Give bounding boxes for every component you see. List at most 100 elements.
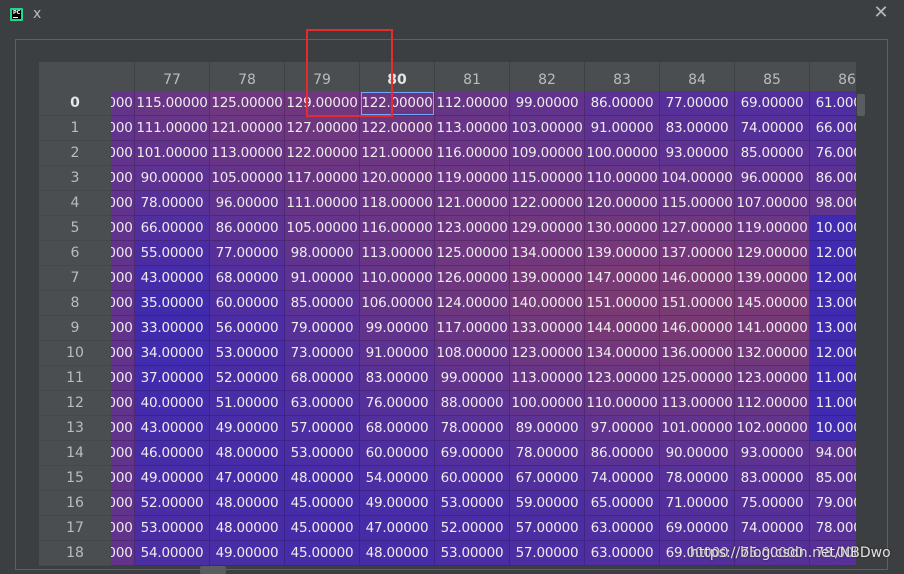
table-cell[interactable]: 75.00000 [735,491,810,516]
table-cell[interactable]: 122.00000 [360,116,435,141]
table-cell[interactable]: 49.00000 [210,541,285,566]
table-cell[interactable]: 100.00000 [111,341,135,366]
table-cell[interactable]: 132.00000 [735,341,810,366]
table-cell[interactable]: 83.00000 [735,466,810,491]
table-cell[interactable]: 11.00000 [810,366,856,391]
row-header-2[interactable]: 2 [39,141,111,166]
table-cell[interactable]: 52.00000 [210,366,285,391]
table-cell[interactable]: 106.00000 [360,291,435,316]
table-cell[interactable]: 100.00000 [111,266,135,291]
table-cell[interactable]: 122.00000 [360,91,435,116]
table-cell[interactable]: 53.00000 [135,516,210,541]
table-cell[interactable]: 146.00000 [660,316,735,341]
table-cell[interactable]: 48.00000 [210,491,285,516]
table-cell[interactable]: 91.00000 [285,266,360,291]
table-cell[interactable]: 140.00000 [510,291,585,316]
table-cell[interactable]: 68.00000 [285,366,360,391]
table-cell[interactable]: 100.00000 [111,416,135,441]
table-cell[interactable]: 117.00000 [285,166,360,191]
table-cell[interactable]: 101.00000 [135,141,210,166]
row-header-17[interactable]: 17 [39,516,111,541]
table-cell[interactable]: 57.00000 [510,541,585,566]
row-header-3[interactable]: 3 [39,166,111,191]
table-cell[interactable]: 111.00000 [285,191,360,216]
table-cell[interactable]: 141.00000 [735,316,810,341]
table-cell[interactable]: 109.00000 [510,141,585,166]
table-cell[interactable]: 57.00000 [285,416,360,441]
table-cell[interactable]: 115.00000 [135,91,210,116]
table-cell[interactable]: 122.00000 [510,191,585,216]
row-header-16[interactable]: 16 [39,491,111,516]
table-cell[interactable]: 68.00000 [210,266,285,291]
table-cell[interactable]: 108.00000 [435,341,510,366]
table-cell[interactable]: 121.00000 [210,116,285,141]
table-cell[interactable]: 99.00000 [510,91,585,116]
row-header-10[interactable]: 10 [39,341,111,366]
table-cell[interactable]: 100.00000 [111,216,135,241]
table-cell[interactable]: 134.00000 [510,241,585,266]
table-cell[interactable]: 139.00000 [510,266,585,291]
table-cell[interactable]: 53.00000 [435,491,510,516]
table-cell[interactable]: 69.00000 [735,91,810,116]
table-cell[interactable]: 129.00000 [510,216,585,241]
table-cell[interactable]: 69.00000 [435,441,510,466]
table-cell[interactable]: 52.00000 [435,516,510,541]
table-cell[interactable]: 113.00000 [660,391,735,416]
table-cell[interactable]: 127.00000 [660,216,735,241]
horizontal-scrollbar-thumb[interactable] [200,566,226,574]
table-cell[interactable]: 78.00000 [660,466,735,491]
table-cell[interactable]: 100.00000 [111,391,135,416]
table-cell[interactable]: 48.00000 [210,516,285,541]
table-cell[interactable]: 86.00000 [810,166,856,191]
table-cell[interactable]: 120.00000 [585,191,660,216]
table-cell[interactable]: 54.00000 [360,466,435,491]
table-cell[interactable]: 78.00000 [135,191,210,216]
table-cell[interactable]: 100.00000 [111,166,135,191]
table-cell[interactable]: 125.00000 [435,241,510,266]
table-cell[interactable]: 115.00000 [510,166,585,191]
table-cell[interactable]: 96.00000 [210,191,285,216]
table-cell[interactable]: 124.00000 [435,291,510,316]
row-header-13[interactable]: 13 [39,416,111,441]
table-cell[interactable]: 100.00000 [111,541,135,566]
table-cell[interactable]: 146.00000 [660,266,735,291]
table-cell[interactable]: 48.00000 [285,466,360,491]
table-cell[interactable]: 45.00000 [285,491,360,516]
table-cell[interactable]: 78.00000 [510,441,585,466]
table-cell[interactable]: 113.00000 [360,241,435,266]
table-cell[interactable]: 83.00000 [660,116,735,141]
table-cell[interactable]: 85.00000 [735,141,810,166]
row-header-8[interactable]: 8 [39,291,111,316]
table-cell[interactable]: 47.00000 [210,466,285,491]
table-cell[interactable]: 129.00000 [285,91,360,116]
table-cell[interactable]: 129.00000 [735,241,810,266]
table-cell[interactable]: 13.00000 [810,316,856,341]
table-cell[interactable]: 83.00000 [360,366,435,391]
table-cell[interactable]: 56.00000 [210,316,285,341]
table-cell[interactable]: 99.00000 [360,316,435,341]
table-cell[interactable]: 47.00000 [360,516,435,541]
table-cell[interactable]: 117.00000 [435,316,510,341]
column-header-86[interactable]: 86 [810,62,856,91]
table-cell[interactable]: 91.00000 [585,116,660,141]
table-cell[interactable]: 76.00000 [360,391,435,416]
table-cell[interactable]: 66.00000 [810,116,856,141]
table-cell[interactable]: 73.00000 [285,341,360,366]
column-header-82[interactable]: 82 [510,62,585,91]
table-cell[interactable]: 53.00000 [210,341,285,366]
table-cell[interactable]: 118.00000 [360,191,435,216]
column-header-84[interactable]: 84 [660,62,735,91]
table-cell[interactable]: 125.00000 [210,91,285,116]
table-cell[interactable]: 105.00000 [285,216,360,241]
table-cell[interactable]: 123.00000 [585,366,660,391]
table-cell[interactable]: 100.00000 [111,116,135,141]
table-cell[interactable]: 90.00000 [135,166,210,191]
data-table[interactable]: 767778798081828384858687 012345678910111… [39,62,856,566]
table-cell[interactable]: 137.00000 [660,241,735,266]
table-cell[interactable]: 57.00000 [510,516,585,541]
table-cell[interactable]: 12.00000 [810,341,856,366]
table-cell[interactable]: 74.00000 [735,116,810,141]
table-cell[interactable]: 115.00000 [660,191,735,216]
table-cell[interactable]: 89.00000 [510,416,585,441]
table-cell[interactable]: 69.00000 [660,516,735,541]
